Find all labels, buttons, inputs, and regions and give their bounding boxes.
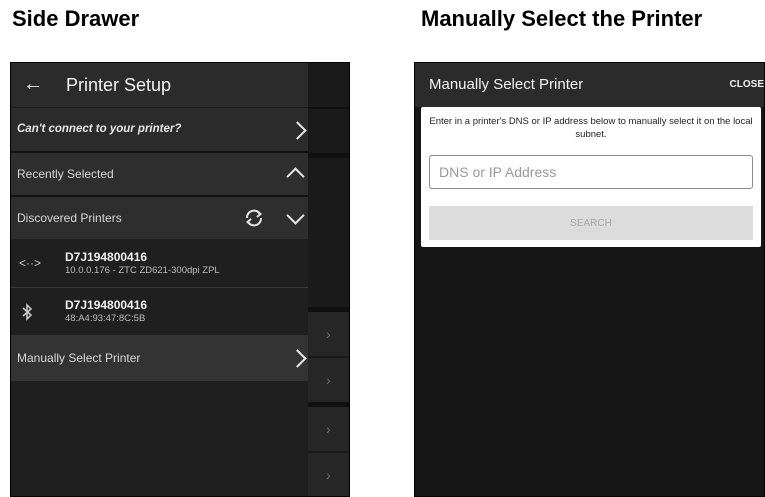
printer-list-item[interactable]: D7J194800416 48:A4:93:47:8C:5B (11, 288, 308, 334)
discovered-printers-label: Discovered Printers (17, 211, 122, 225)
side-drawer-heading: Side Drawer (12, 6, 140, 31)
background-list-item: › (308, 407, 349, 451)
manually-select-label: Manually Select Printer (17, 351, 141, 365)
manual-select-heading: Manually Select the Printer (421, 6, 703, 31)
cant-connect-row[interactable]: Can't connect to your printer? (11, 107, 308, 151)
printer-detail: 48:A4:93:47:8C:5B (65, 313, 146, 324)
background-list-item: › (308, 453, 349, 496)
manual-select-card: Enter in a printer's DNS or IP address b… (421, 107, 761, 247)
manually-select-printer-row[interactable]: Manually Select Printer (11, 335, 308, 381)
chevron-right-icon: › (326, 372, 331, 388)
manual-select-description: Enter in a printer's DNS or IP address b… (429, 116, 753, 140)
side-drawer-screen: › › › › ← Printer Setup Can't connect to… (10, 62, 350, 497)
printer-detail: 10.0.0.176 - ZTC ZD621-300dpi ZPL (65, 265, 220, 276)
recently-selected-label: Recently Selected (17, 167, 114, 181)
chevron-right-icon: › (326, 326, 331, 342)
cant-connect-label: Can't connect to your printer? (17, 123, 182, 135)
chevron-down-icon[interactable] (286, 206, 305, 225)
background-app: › › › › (308, 63, 349, 496)
manual-select-title: Manually Select Printer (429, 76, 584, 93)
bluetooth-icon (22, 303, 33, 321)
background-list-item: › (308, 312, 349, 356)
refresh-icon[interactable] (243, 207, 265, 229)
side-drawer: ← Printer Setup Can't connect to your pr… (11, 63, 308, 496)
drawer-header: ← Printer Setup (11, 63, 308, 107)
printer-name: D7J194800416 (65, 250, 148, 264)
recently-selected-row[interactable]: Recently Selected (11, 153, 308, 195)
chevron-right-icon (288, 121, 307, 140)
close-button[interactable]: CLOSE (730, 79, 764, 90)
discovered-printers-row[interactable]: Discovered Printers (11, 197, 308, 239)
dns-ip-input[interactable] (429, 155, 753, 189)
manual-select-header: Manually Select Printer CLOSE (415, 63, 764, 107)
manual-select-screen: Manually Select Printer CLOSE Enter in a… (414, 62, 765, 497)
chevron-right-icon: › (326, 467, 331, 483)
chevron-right-icon (288, 349, 307, 368)
printer-name: D7J194800416 (65, 298, 148, 312)
drawer-title: Printer Setup (66, 75, 172, 95)
chevron-right-icon: › (326, 421, 331, 437)
chevron-up-icon[interactable] (286, 167, 305, 186)
back-arrow-icon[interactable]: ← (23, 73, 43, 96)
printer-list-item[interactable]: <··> D7J194800416 10.0.0.176 - ZTC ZD621… (11, 241, 308, 287)
background-list-item: › (308, 358, 349, 402)
search-button[interactable]: SEARCH (429, 206, 753, 240)
network-icon: <··> (19, 256, 42, 270)
